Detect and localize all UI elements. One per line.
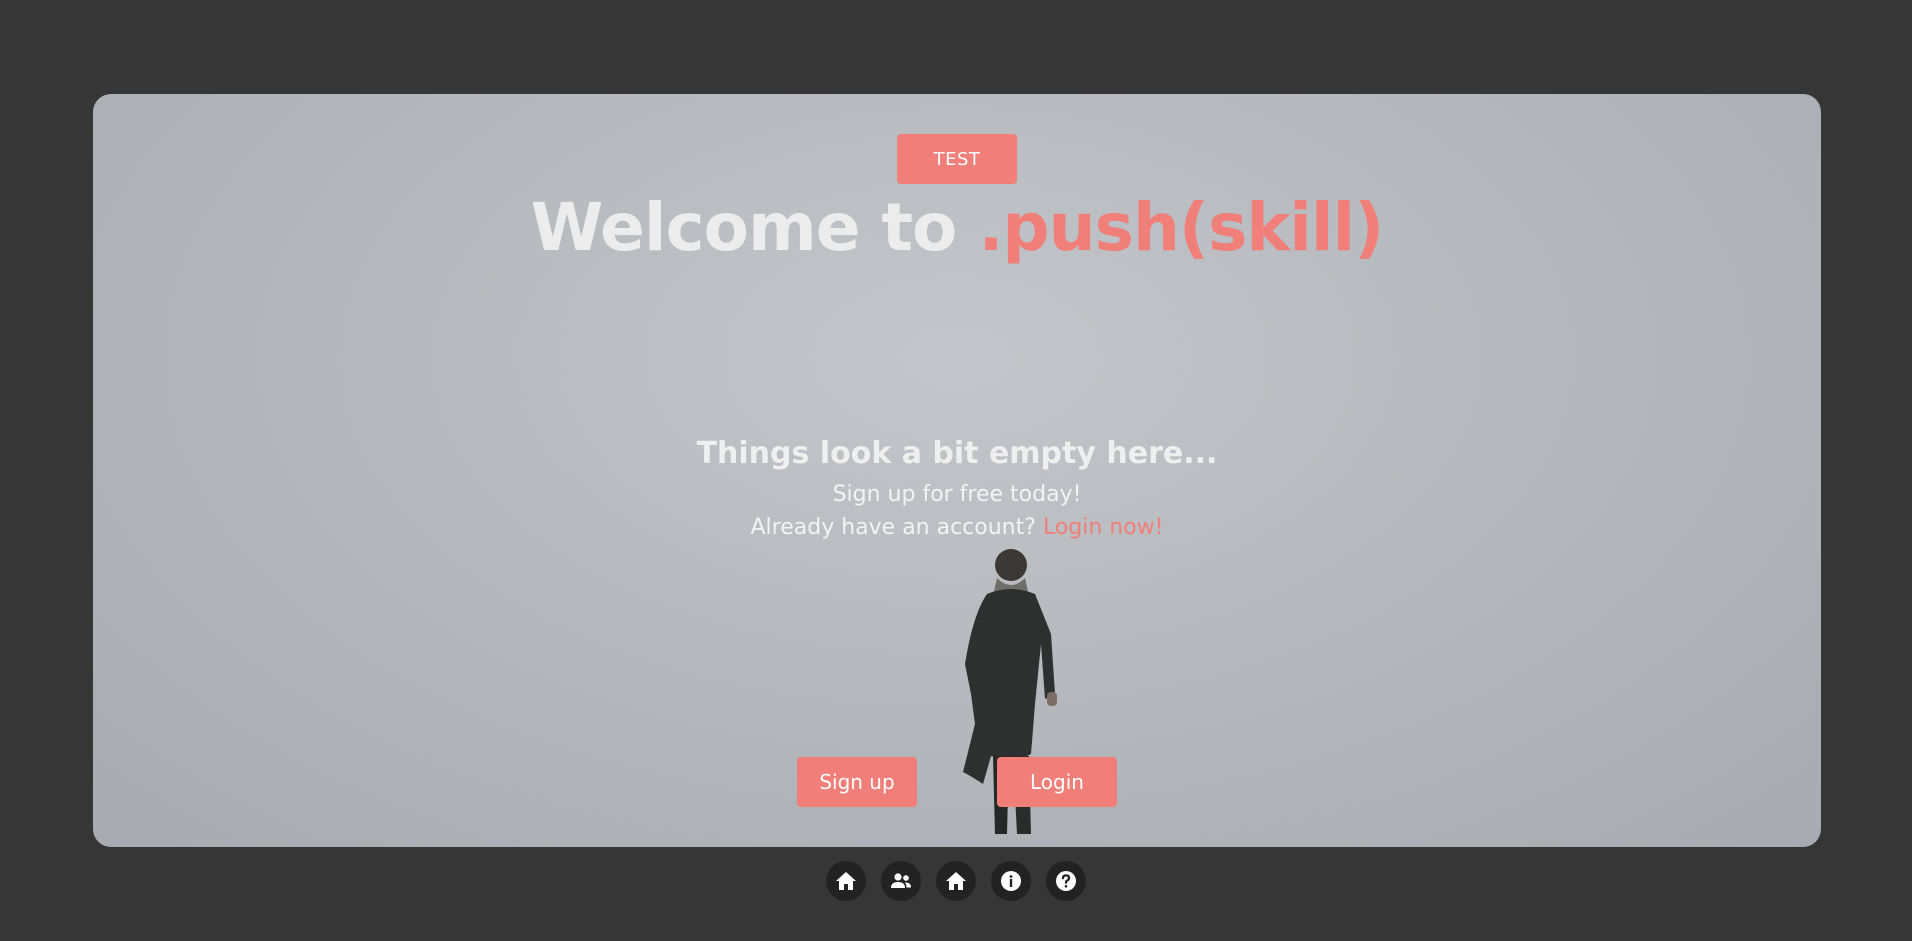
nav-users-button[interactable] [881, 861, 921, 901]
help-icon [1056, 871, 1076, 891]
nav-home-secondary-button[interactable] [936, 861, 976, 901]
signup-button[interactable]: Sign up [797, 757, 917, 807]
home-icon [836, 872, 856, 890]
welcome-text: Welcome to [530, 189, 979, 266]
empty-state-title: Things look a bit empty here... [696, 436, 1218, 471]
home-icon [946, 872, 966, 890]
brand-name: .push(skill) [978, 189, 1384, 266]
signup-prompt: Sign up for free today! [832, 482, 1082, 507]
page-title: Welcome to .push(skill) [93, 188, 1821, 268]
info-icon [1001, 871, 1021, 891]
nav-help-button[interactable] [1046, 861, 1086, 901]
hero-card: TEST Welcome to .push(skill) Things look… [93, 94, 1821, 847]
login-link[interactable]: Login now! [1043, 515, 1164, 540]
login-button[interactable]: Login [997, 757, 1117, 807]
test-button[interactable]: TEST [897, 134, 1017, 184]
bottom-nav [826, 861, 1086, 901]
login-prompt: Already have an account? Login now! [93, 515, 1821, 540]
nav-home-button[interactable] [826, 861, 866, 901]
users-icon [891, 873, 911, 888]
account-prompt-text: Already have an account? [750, 515, 1043, 540]
nav-info-button[interactable] [991, 861, 1031, 901]
